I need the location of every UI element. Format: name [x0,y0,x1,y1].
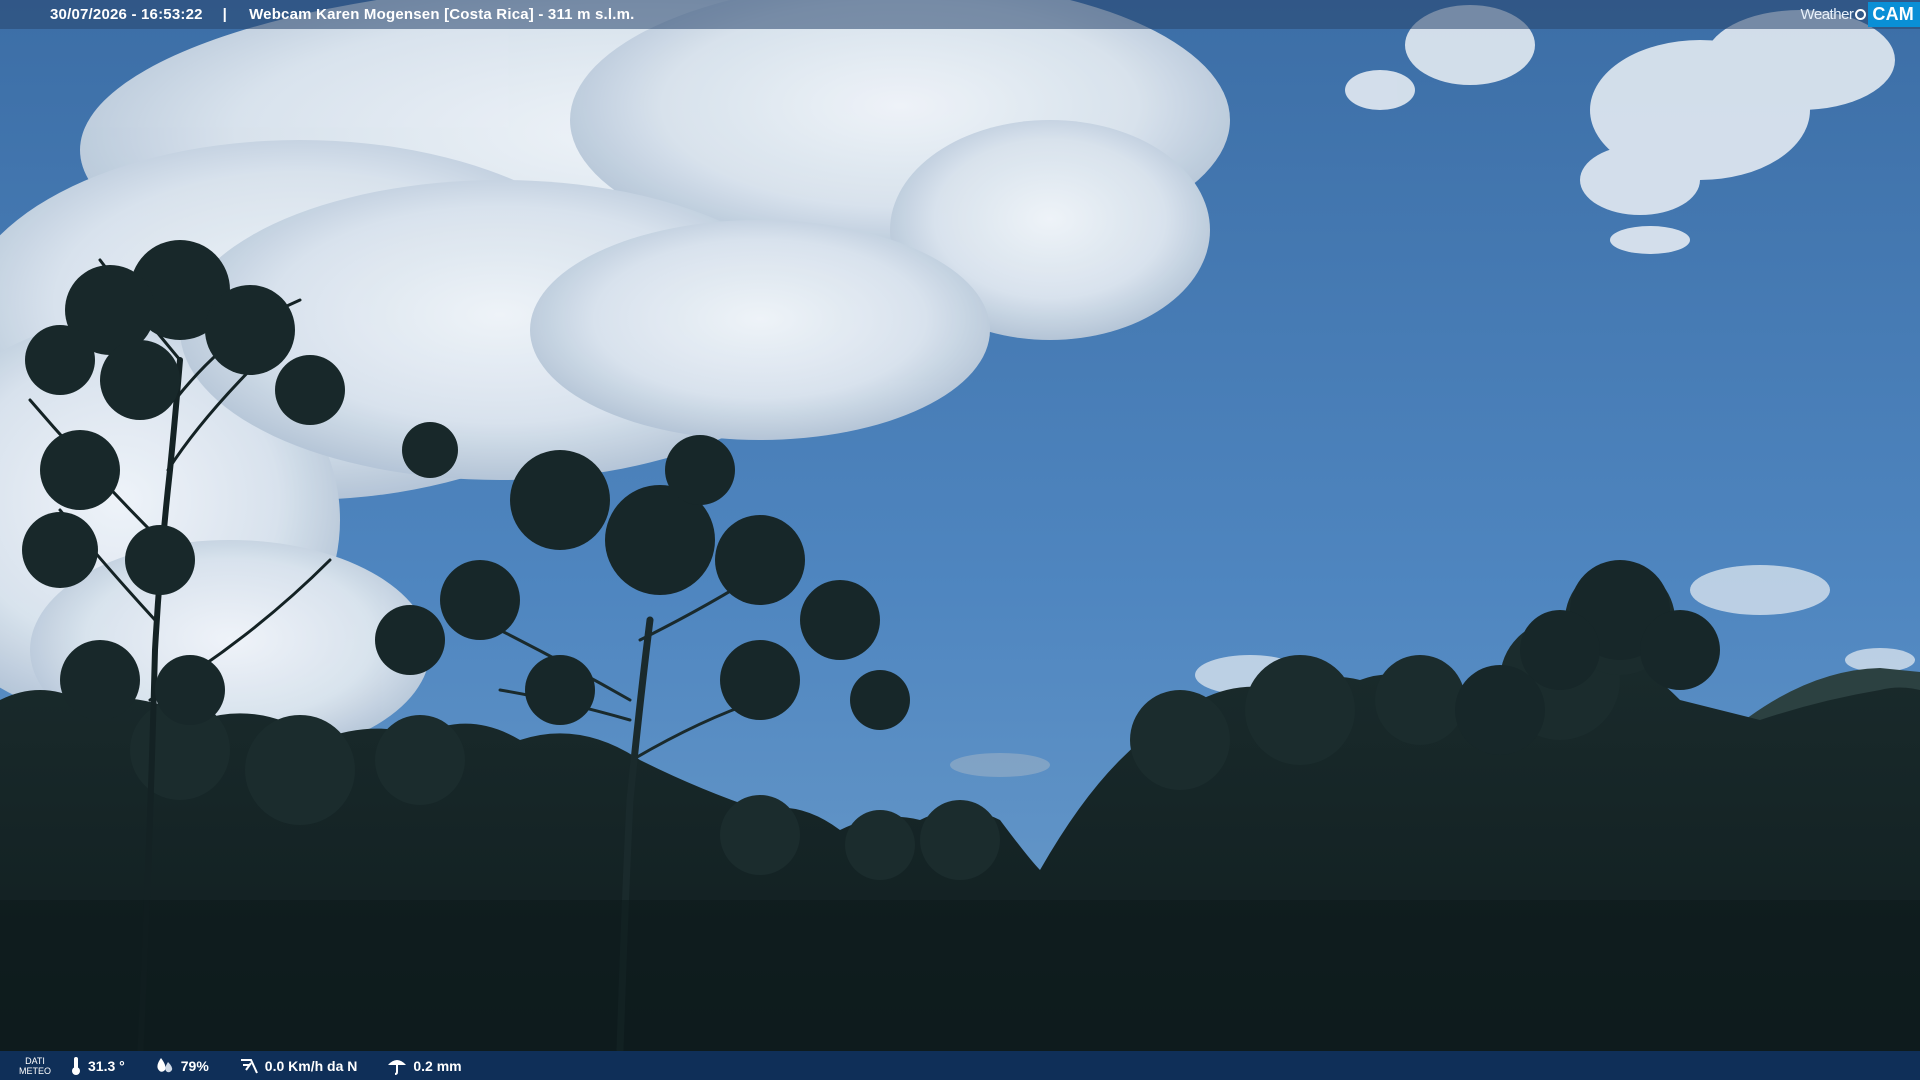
logo-cam-text: CAM [1868,2,1920,27]
webcam-title: Webcam Karen Mogensen [Costa Rica] - 311… [249,6,635,23]
temperature-reading: 31.3 ° [70,1056,125,1076]
meteo-label: METEO [18,1065,51,1076]
wind-reading: 0.0 Km/h da N [239,1057,358,1075]
thermometer-icon [72,1056,80,1075]
wind-value: 0.0 Km/h da N [264,1057,358,1074]
humidity-value: 79% [180,1057,209,1074]
header-separator: | [222,6,228,23]
rain-reading: 0.2 mm [387,1057,462,1075]
humidity-icon [157,1057,172,1072]
timestamp: 30/07/2026 - 16:53:22 [50,6,203,23]
rain-value: 0.2 mm [413,1057,462,1074]
header-bar: 30/07/2026 - 16:53:22 | Webcam Karen Mog… [0,0,1920,29]
humidity-reading: 79% [155,1057,209,1075]
dati-meteo-label: DATI METEO [0,1056,70,1076]
webcam-image [0,0,1920,1080]
dati-label: DATI [25,1055,45,1066]
wind-icon [240,1058,258,1073]
weathercam-logo[interactable]: Weather CAM [1800,2,1920,27]
temperature-value: 31.3 ° [88,1057,125,1074]
logo-dot-icon [1855,9,1867,20]
logo-weather-text: Weather [1800,6,1854,23]
rain-icon [388,1059,407,1075]
weather-data-bar: DATI METEO 31.3 ° 79% 0.0 Km/h da N 0.2 … [0,1051,1920,1080]
